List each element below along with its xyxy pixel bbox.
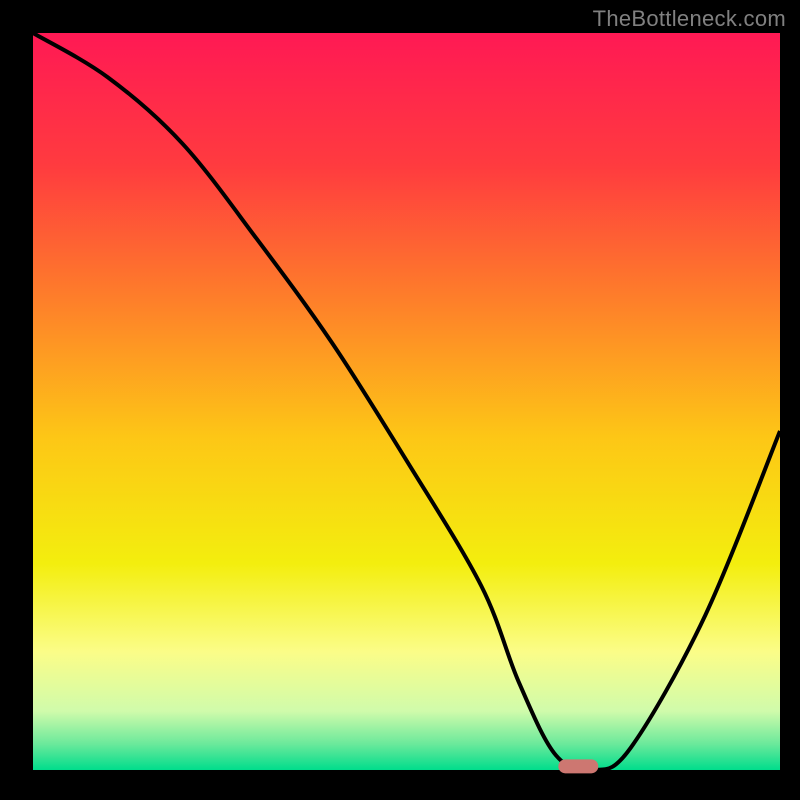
bottleneck-chart bbox=[0, 0, 800, 800]
chart-background bbox=[33, 33, 780, 770]
chart-container: TheBottleneck.com bbox=[0, 0, 800, 800]
optimal-marker bbox=[558, 759, 598, 773]
watermark-text: TheBottleneck.com bbox=[593, 6, 786, 32]
